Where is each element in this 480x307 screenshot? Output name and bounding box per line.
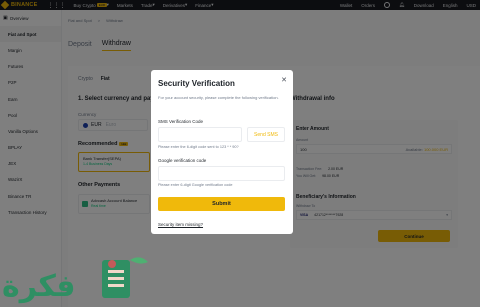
submit-button[interactable]: Submit: [158, 197, 285, 211]
google-code-label: Google verification code: [158, 158, 207, 163]
lightbulb-icon: [108, 260, 116, 268]
modal-title: Security Verification: [158, 79, 235, 88]
sms-code-input[interactable]: [158, 127, 242, 142]
sms-code-label: SMS Verification Code: [158, 119, 204, 124]
security-item-missing-link[interactable]: Security item missing?: [158, 222, 203, 227]
send-sms-button[interactable]: Send SMS: [247, 127, 285, 142]
watermark-text: فكرة: [2, 269, 75, 304]
google-code-hint: Please enter 6-digit Google verification…: [158, 183, 233, 187]
close-icon[interactable]: ✕: [281, 76, 287, 84]
sms-code-hint: Please enter the 6-digit code sent to 12…: [158, 145, 239, 149]
google-code-input[interactable]: [158, 166, 285, 181]
security-verification-modal: Security Verification ✕ For your account…: [151, 70, 293, 234]
modal-description: For your account security, please comple…: [158, 95, 279, 100]
leaf-icon: [130, 257, 148, 264]
fikra-watermark-logo: فكرة: [2, 257, 148, 304]
